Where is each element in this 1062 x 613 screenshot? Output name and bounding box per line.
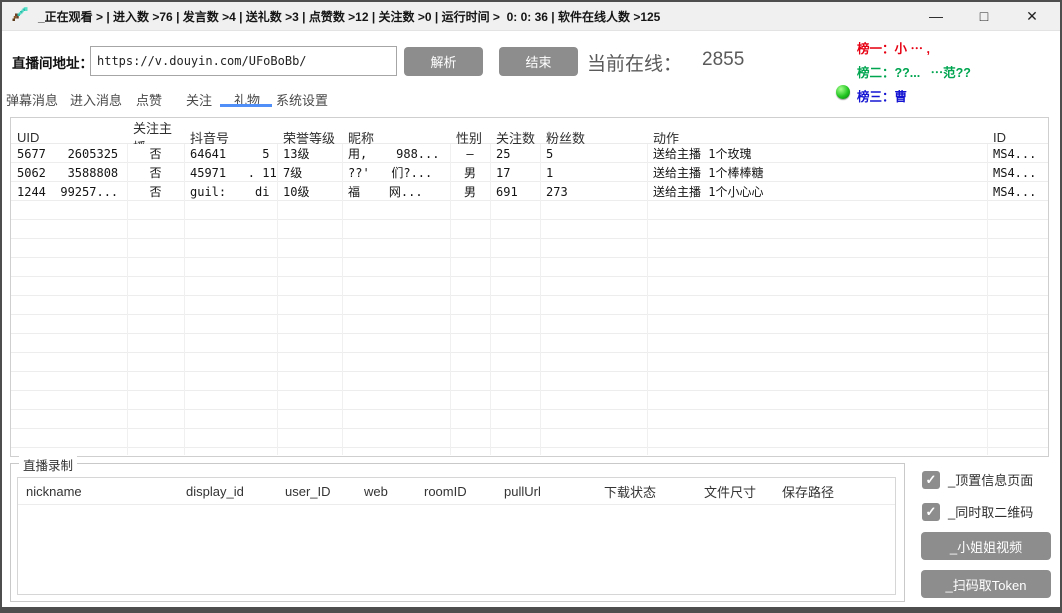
tab-enter[interactable]: 进入消息: [70, 90, 122, 109]
token-button[interactable]: _扫码取Token: [921, 570, 1051, 598]
col-dl-status[interactable]: 下载状态: [596, 482, 696, 501]
leaderboard-rank1: 榜一：小 ⋯ ,: [857, 38, 930, 57]
gift-table: UID 关注主播 抖音号 荣誉等级 昵称 性别 关注数 粉丝数 动作 ID 56…: [10, 117, 1049, 457]
record-panel: 直播录制 nickname display_id user_ID web roo…: [10, 463, 905, 602]
window-title: _正在观看 > | 进入数 >76 | 发言数 >4 | 送礼数 >3 | 点赞…: [38, 8, 660, 25]
cell-action: 送给主播 1个小心心: [647, 183, 987, 200]
cell-nickname: 用, 988...: [342, 145, 450, 162]
column-divider: [490, 144, 491, 455]
cell-nickname: 福 网...: [342, 183, 450, 200]
col-file-size[interactable]: 文件尺寸: [696, 482, 774, 501]
online-count: 2855: [702, 49, 744, 76]
column-divider: [450, 144, 451, 455]
cell-follow: 否: [127, 164, 184, 181]
column-divider: [277, 144, 278, 455]
tab-follow[interactable]: 关注: [186, 90, 212, 109]
cell-follows: 17: [490, 166, 540, 180]
col-nickname[interactable]: nickname: [18, 484, 178, 499]
cell-uid: 5677 2605325: [11, 147, 127, 161]
table-row[interactable]: 1244 99257... 否 guil: di 10级 福 网... 男 69…: [11, 182, 1048, 201]
cell-fans: 1: [540, 166, 647, 180]
checkbox-checked-icon[interactable]: [922, 503, 940, 521]
stop-button[interactable]: 结束: [499, 47, 578, 76]
sword-icon: [10, 6, 30, 26]
title-bar: _正在观看 > | 进入数 >76 | 发言数 >4 | 送礼数 >3 | 点赞…: [2, 2, 1060, 31]
record-table-header: nickname display_id user_ID web roomID p…: [18, 478, 895, 505]
cell-id: MS4...: [987, 185, 1048, 199]
leaderboard-rank2: 榜二：??... ⋯范??: [857, 62, 971, 81]
cell-follows: 691: [490, 185, 540, 199]
cell-gender: 男: [450, 183, 490, 200]
option-pin-info[interactable]: _顶置信息页面: [922, 470, 1033, 489]
window-controls: — □ ✕: [912, 2, 1056, 30]
cell-follow: 否: [127, 183, 184, 200]
cell-action: 送给主播 1个棒棒糖: [647, 164, 987, 181]
table-row[interactable]: 5677 2605325 否 64641 5 13级 用, 988... – 2…: [11, 144, 1048, 163]
video-button[interactable]: _小姐姐视频: [921, 532, 1051, 560]
gift-table-body: 5677 2605325 否 64641 5 13级 用, 988... – 2…: [11, 144, 1048, 455]
online-counter: 当前在线： 2855: [587, 49, 744, 76]
tab-like[interactable]: 点赞: [136, 90, 162, 109]
parse-button[interactable]: 解析: [404, 47, 483, 76]
minimize-icon[interactable]: —: [912, 2, 960, 30]
cell-douyin: guil: di: [184, 185, 277, 199]
column-divider: [127, 144, 128, 455]
cell-action: 送给主播 1个玫瑰: [647, 145, 987, 162]
active-tab-underline: [220, 104, 272, 107]
col-user-id[interactable]: user_ID: [277, 484, 356, 499]
cell-douyin: 45971 . 11: [184, 166, 277, 180]
col-pull-url[interactable]: pullUrl: [496, 484, 596, 499]
room-address-input[interactable]: [90, 46, 397, 76]
cell-douyin: 64641 5: [184, 147, 277, 161]
col-id[interactable]: ID: [987, 130, 1048, 145]
online-label: 当前在线：: [587, 49, 682, 76]
col-web[interactable]: web: [356, 484, 416, 499]
cell-level: 13级: [277, 145, 342, 162]
cell-follows: 25: [490, 147, 540, 161]
rank2-label: 榜二：: [857, 66, 895, 80]
app-window: _正在观看 > | 进入数 >76 | 发言数 >4 | 送礼数 >3 | 点赞…: [0, 0, 1062, 613]
column-divider: [342, 144, 343, 455]
col-room-id[interactable]: roomID: [416, 484, 496, 499]
option-pin-info-label: _顶置信息页面: [948, 470, 1033, 489]
room-address-label: 直播间地址：: [12, 52, 93, 72]
col-display-id[interactable]: display_id: [178, 484, 277, 499]
col-uid[interactable]: UID: [11, 130, 127, 145]
status-indicator-icon: [836, 85, 850, 99]
tab-danmu[interactable]: 弹幕消息: [6, 90, 58, 109]
leaderboard-rank3: 榜三：曹: [857, 86, 907, 105]
cell-id: MS4...: [987, 166, 1048, 180]
checkbox-checked-icon[interactable]: [922, 471, 940, 489]
column-divider: [540, 144, 541, 455]
cell-nickname: ??' 们?...: [342, 164, 450, 181]
rank3-name: 曹: [895, 90, 908, 104]
table-row[interactable]: 5062 3588808 否 45971 . 11 7级 ??' 们?... 男…: [11, 163, 1048, 182]
close-icon[interactable]: ✕: [1008, 2, 1056, 30]
option-qrcode[interactable]: _同时取二维码: [922, 502, 1033, 521]
column-divider: [647, 144, 648, 455]
column-divider: [987, 144, 988, 455]
rank3-label: 榜三：: [857, 90, 895, 104]
column-divider: [184, 144, 185, 455]
cell-gender: 男: [450, 164, 490, 181]
gift-table-header: UID 关注主播 抖音号 荣誉等级 昵称 性别 关注数 粉丝数 动作 ID: [11, 118, 1048, 144]
rank2-name: ??... ⋯范??: [895, 66, 971, 80]
cell-id: MS4...: [987, 147, 1048, 161]
cell-level: 10级: [277, 183, 342, 200]
tab-settings[interactable]: 系统设置: [276, 90, 328, 109]
record-panel-legend: 直播录制: [19, 455, 77, 474]
maximize-icon[interactable]: □: [960, 2, 1008, 30]
cell-fans: 5: [540, 147, 647, 161]
cell-level: 7级: [277, 164, 342, 181]
option-qrcode-label: _同时取二维码: [948, 502, 1033, 521]
record-table: nickname display_id user_ID web roomID p…: [17, 477, 896, 595]
cell-uid: 1244 99257...: [11, 185, 127, 199]
cell-gender: –: [450, 147, 490, 161]
col-save-path[interactable]: 保存路径: [774, 482, 895, 501]
cell-uid: 5062 3588808: [11, 166, 127, 180]
rank1-label: 榜一：: [857, 42, 895, 56]
cell-follow: 否: [127, 145, 184, 162]
cell-fans: 273: [540, 185, 647, 199]
rank1-name: 小 ⋯ ,: [895, 42, 930, 56]
